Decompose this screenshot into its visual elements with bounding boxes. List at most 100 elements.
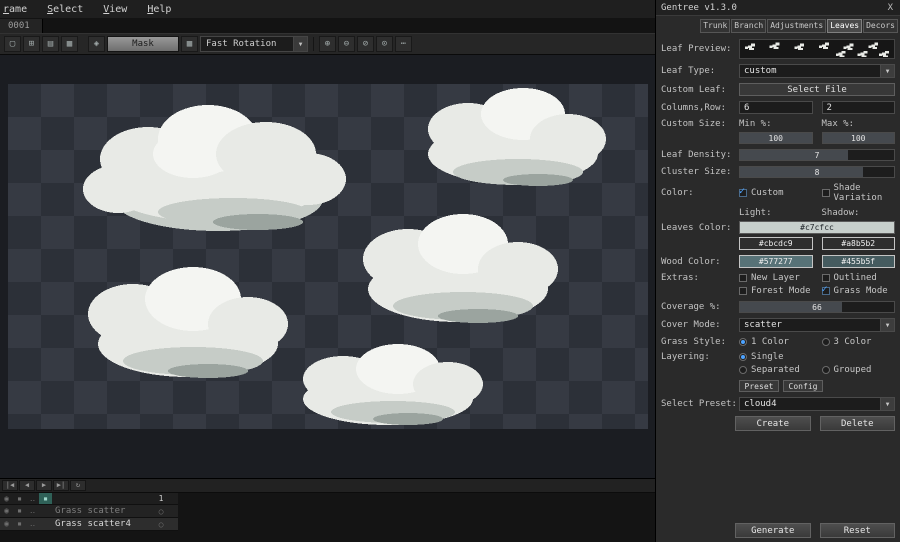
config-button[interactable]: Config (783, 380, 823, 392)
close-icon[interactable]: X (886, 3, 895, 13)
layer-row[interactable]: ◉ ▪ ‥ Grass scatter ○ (0, 505, 178, 518)
leaf-density-slider[interactable]: 7 (739, 149, 895, 161)
coverage-row: Coverage %: 66 (656, 301, 900, 313)
generate-button[interactable]: Generate (735, 523, 811, 538)
three-color-radio[interactable]: 3 Color (821, 337, 896, 347)
layer-name[interactable]: Grass scatter (52, 506, 152, 516)
leaves-color-swatch[interactable]: #c7cfcc (739, 221, 895, 234)
frame-number-header[interactable]: 1 (152, 494, 170, 503)
tiles-tool-button[interactable]: ▦ (61, 36, 78, 52)
menu-item-frame[interactable]: rame (1, 4, 29, 15)
cover-mode-dropdown[interactable]: scatter ▼ (739, 318, 895, 332)
cel-indicator-icon[interactable]: ○ (152, 520, 170, 529)
row-input[interactable]: 2 (821, 101, 895, 114)
selection-tool-button[interactable]: ▢ (4, 36, 21, 52)
onionskin-icon[interactable]: ▪ (39, 493, 52, 504)
last-frame-button[interactable]: ▶| (53, 480, 69, 491)
lock-icon[interactable]: ▪ (13, 520, 26, 528)
lock-icon[interactable]: ▪ (13, 494, 26, 503)
checkbox-icon (821, 274, 830, 282)
gentree-panel: Gentree v1.3.0 X Trunk Branch Adjustment… (655, 0, 900, 542)
grouped-radio[interactable]: Grouped (821, 365, 896, 375)
reset-button[interactable]: Reset (819, 523, 895, 538)
tab-branch[interactable]: Branch (731, 19, 767, 33)
lock-icon[interactable]: ▪ (13, 507, 26, 515)
frames-tool-button[interactable]: ⊞ (23, 36, 40, 52)
link-icon[interactable]: ‥ (26, 494, 39, 503)
extras-row-2: Forest Mode Grass Mode (656, 284, 900, 296)
menu-item-view[interactable]: View (101, 4, 129, 15)
loop-button[interactable]: ↻ (70, 480, 86, 491)
sparkle-tool-button[interactable]: ◈ (88, 36, 105, 52)
layer-name[interactable]: Grass scatter4 (52, 519, 152, 529)
leaf-color-button-2[interactable]: #a8b5b2 (821, 237, 895, 250)
cel-indicator-icon[interactable]: ○ (152, 507, 170, 516)
tab-trunk[interactable]: Trunk (700, 19, 731, 33)
separated-radio[interactable]: Separated (739, 365, 813, 375)
ellipsis-icon: ⋯ (400, 38, 407, 49)
menu-item-select[interactable]: Select (45, 4, 85, 15)
leaf-preview-label: Leaf Preview: (661, 44, 732, 54)
eye-icon[interactable]: ◉ (0, 507, 13, 515)
extras-label: Extras: (661, 273, 699, 283)
custom-leaf-row: Custom Leaf: Select File (656, 83, 900, 96)
symmetry-slash-button[interactable]: ⊘ (357, 36, 374, 52)
shade-variation-checkbox[interactable]: Shade Variation (821, 183, 896, 203)
chevron-down-icon: ▼ (293, 37, 307, 51)
single-radio[interactable]: Single (739, 352, 895, 362)
mask-button[interactable]: Mask (107, 36, 179, 52)
chevron-down-icon: ▼ (880, 65, 894, 77)
link-icon[interactable]: ‥ (26, 520, 39, 528)
select-file-button[interactable]: Select File (739, 83, 895, 96)
outlined-checkbox-label: Outlined (833, 273, 877, 283)
forest-mode-checkbox[interactable]: Forest Mode (739, 286, 813, 296)
play-button[interactable]: ▶ (36, 480, 52, 491)
leaves-color-label: Leaves Color: (661, 222, 732, 233)
symmetry-dot-button[interactable]: ⊙ (376, 36, 393, 52)
create-button[interactable]: Create (735, 416, 811, 431)
max-size-slider[interactable]: 100 (821, 132, 895, 144)
wood-color-button-2[interactable]: #455b5f (821, 255, 895, 268)
sprite-canvas[interactable] (8, 84, 648, 429)
custom-color-checkbox[interactable]: Custom (739, 186, 813, 198)
cover-mode-label: Cover Mode: (661, 320, 721, 330)
coverage-slider[interactable]: 66 (739, 301, 895, 313)
eye-icon[interactable]: ◉ (0, 494, 13, 503)
new-layer-checkbox[interactable]: New Layer (739, 273, 813, 283)
grid-tool-button[interactable]: ▤ (42, 36, 59, 52)
menu-item-help[interactable]: Help (145, 4, 173, 15)
preset-dropdown[interactable]: cloud4 ▼ (739, 397, 895, 411)
fast-rotation-dropdown[interactable]: Fast Rotation ▼ (200, 36, 308, 52)
symmetry-minus-button[interactable]: ⊖ (338, 36, 355, 52)
outlined-checkbox[interactable]: Outlined (821, 273, 896, 283)
wood-color-button-1[interactable]: #577277 (739, 255, 813, 268)
select-preset-row: Select Preset: cloud4 ▼ (656, 397, 900, 411)
leaf-hex-buttons-row: #cbcdc9 #a8b5b2 (656, 237, 900, 250)
columns-input[interactable]: 6 (739, 101, 813, 114)
sprite-tab-0001[interactable]: 0001 (0, 19, 43, 33)
tab-decors[interactable]: Decors (863, 19, 898, 33)
extras-row-1: Extras: New Layer Outlined (656, 273, 900, 283)
eye-icon[interactable]: ◉ (0, 520, 13, 528)
cluster-size-slider[interactable]: 8 (739, 166, 895, 178)
color-label: Color: (661, 188, 694, 198)
link-icon[interactable]: ‥ (26, 507, 39, 515)
grass-mode-checkbox[interactable]: Grass Mode (821, 284, 896, 296)
min-size-slider[interactable]: 100 (739, 132, 813, 144)
leaf-type-dropdown[interactable]: custom ▼ (739, 64, 895, 78)
pattern-tool-button[interactable]: ▦ (181, 36, 198, 52)
symmetry-plus-button[interactable]: ⊕ (319, 36, 336, 52)
shadow-label: Shadow: (821, 208, 860, 218)
more-options-button[interactable]: ⋯ (395, 36, 412, 52)
context-toolbar: ▢ ⊞ ▤ ▦ ◈ Mask ▦ Fast Rotation ▼ ⊕ ⊖ ⊘ ⊙… (0, 33, 655, 55)
prev-frame-button[interactable]: ◀ (19, 480, 35, 491)
one-color-radio[interactable]: 1 Color (739, 337, 813, 347)
tab-leaves[interactable]: Leaves (827, 19, 863, 33)
first-frame-button[interactable]: |◀ (2, 480, 18, 491)
layer-row[interactable]: ◉ ▪ ‥ Grass scatter4 ○ (0, 518, 178, 531)
delete-button[interactable]: Delete (819, 416, 895, 431)
leaf-color-button-1[interactable]: #cbcdc9 (739, 237, 813, 250)
preset-button[interactable]: Preset (739, 380, 779, 392)
three-color-radio-label: 3 Color (833, 337, 872, 347)
tab-adjustments[interactable]: Adjustments (767, 19, 827, 33)
